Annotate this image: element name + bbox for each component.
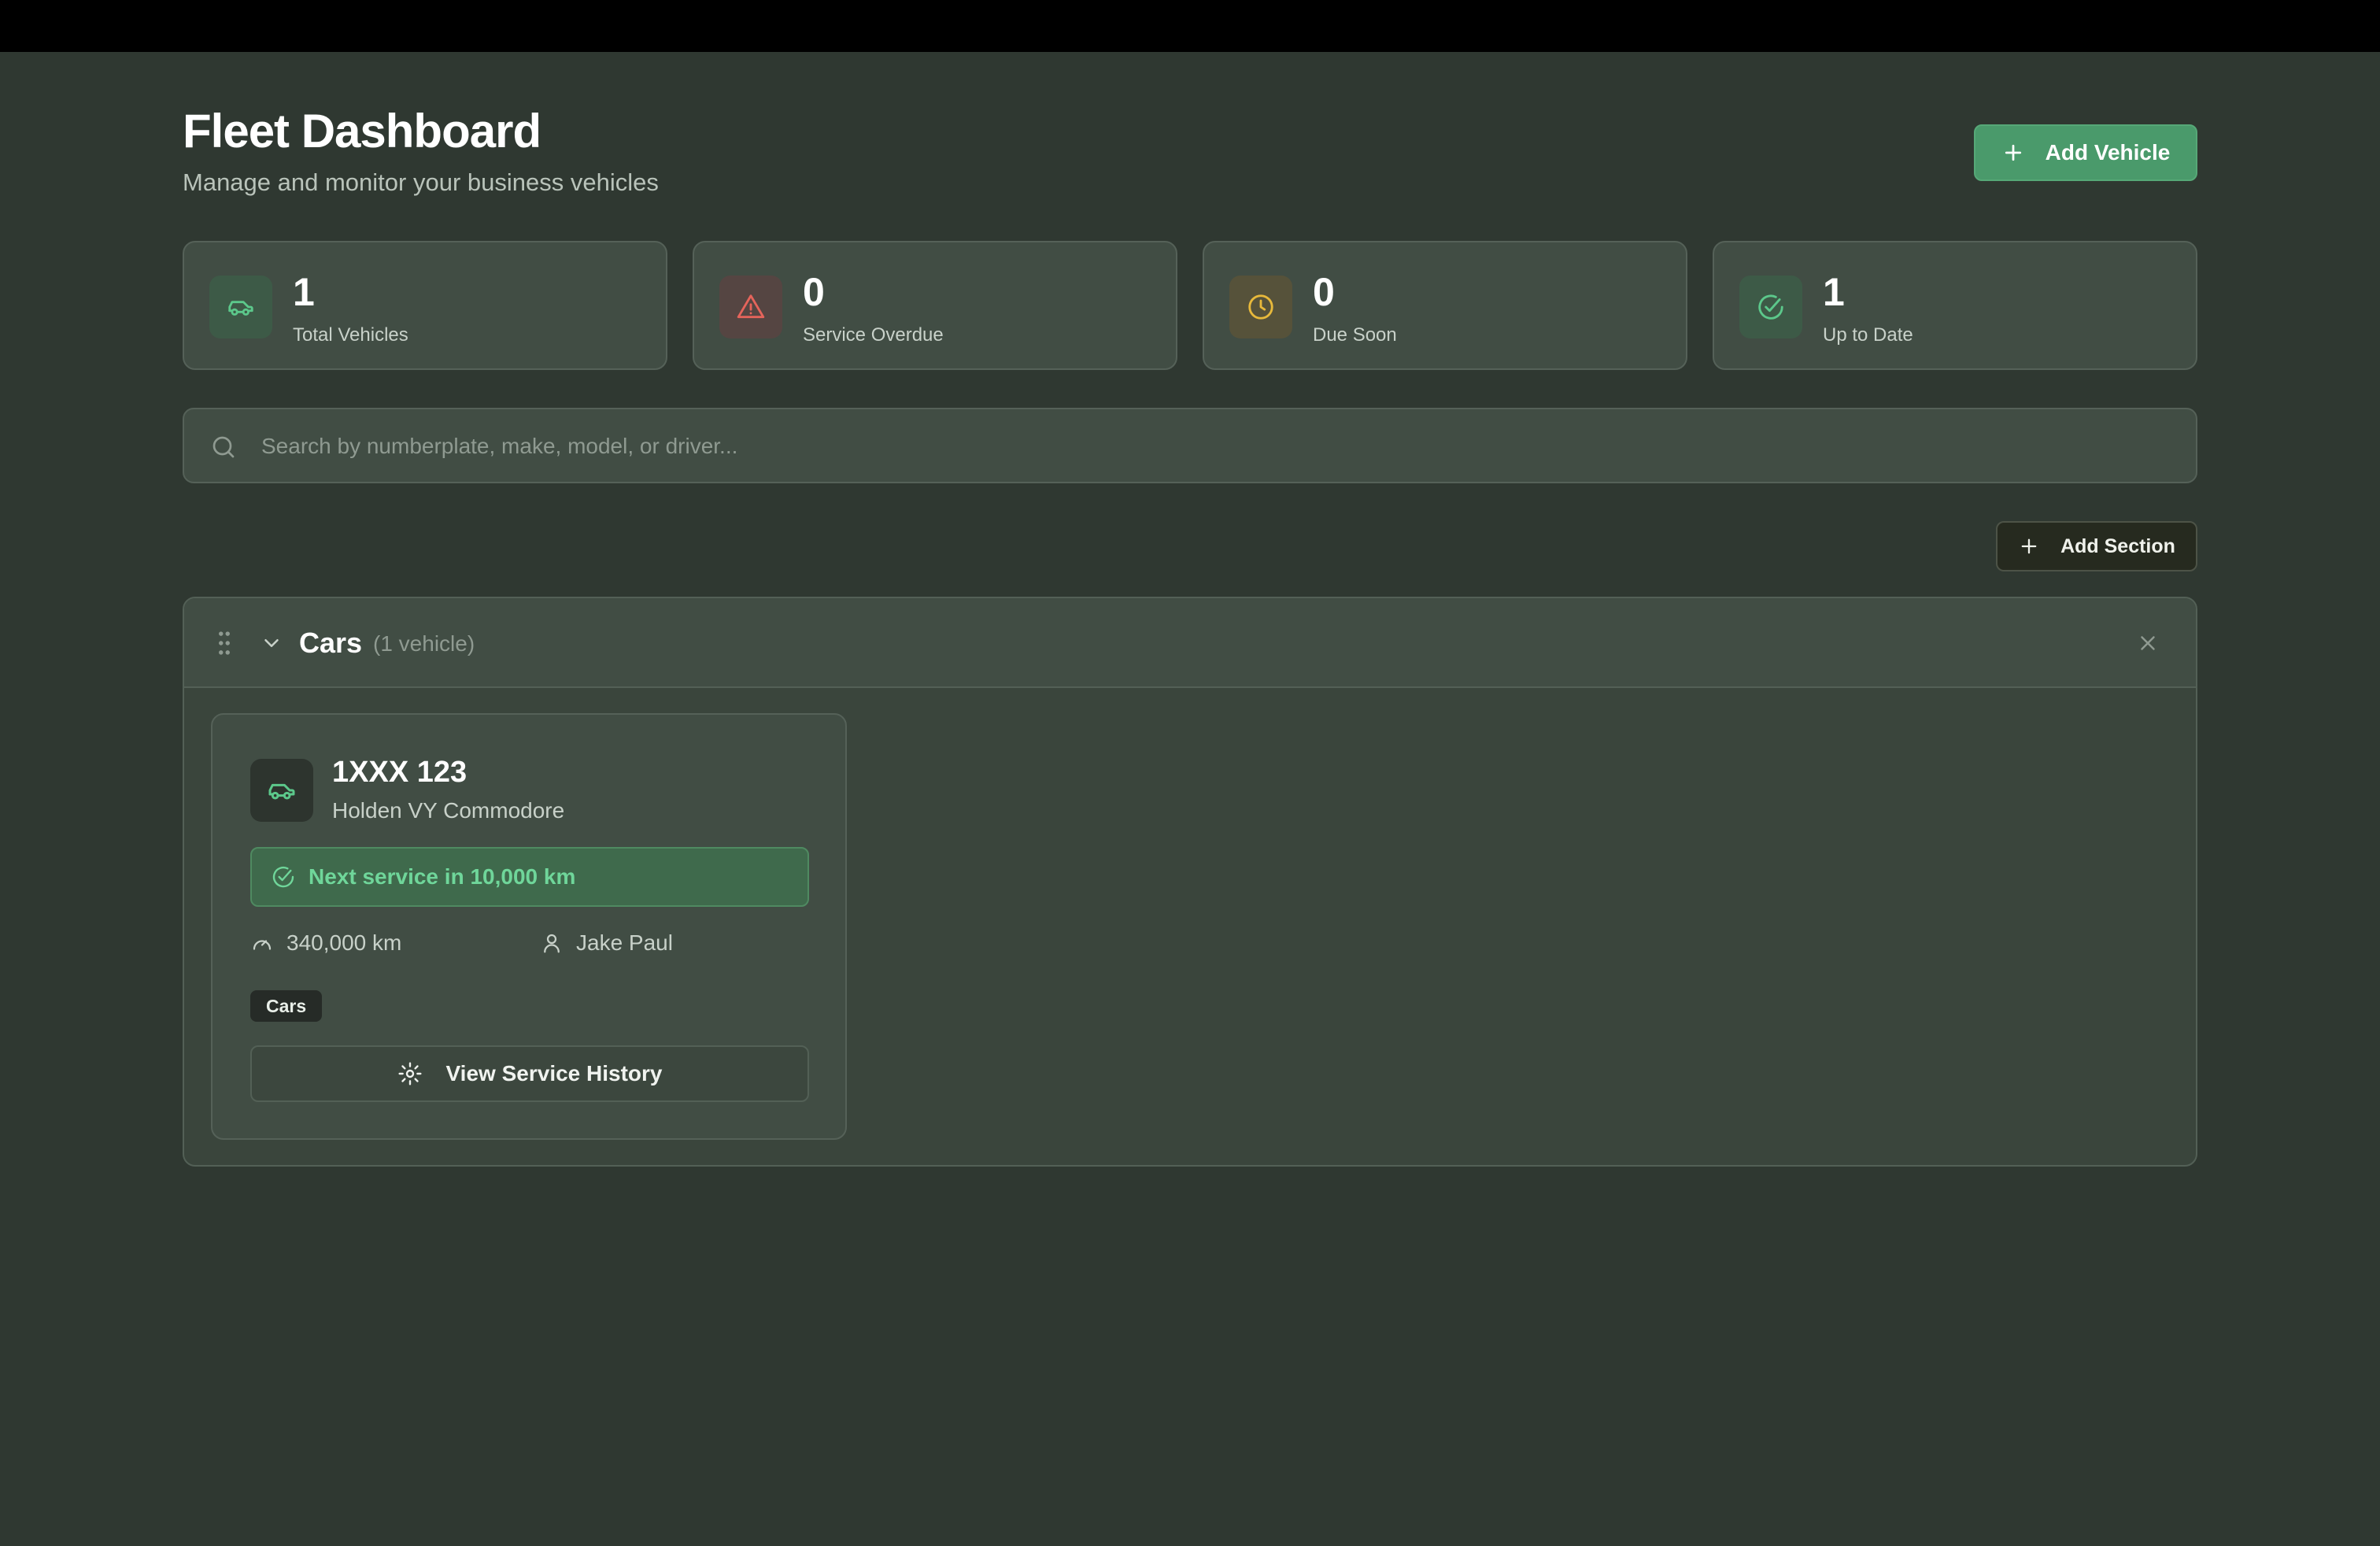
stat-label: Total Vehicles	[293, 324, 408, 346]
stat-value: 1	[293, 270, 315, 314]
stat-value: 0	[1313, 270, 1335, 314]
stats-row: 1 Total Vehicles 0 Service Overdue 0 Due…	[183, 241, 2197, 370]
driver: Jake Paul	[540, 930, 673, 956]
view-service-history-button[interactable]: View Service History	[250, 1045, 809, 1102]
vehicle-card[interactable]: 1XXX 123 Holden VY Commodore Next servic…	[211, 713, 847, 1140]
stat-icon-box	[1229, 276, 1292, 338]
plus-icon	[2021, 538, 2037, 554]
stat-card-up-to-date: 1 Up to Date	[1713, 241, 2197, 370]
vehicle-model: Holden VY Commodore	[332, 798, 565, 823]
page-title: Fleet Dashboard	[183, 105, 541, 157]
section-title: Cars	[299, 627, 363, 659]
clock-icon	[1248, 294, 1273, 320]
stat-icon-box	[209, 276, 272, 338]
search-input[interactable]	[260, 409, 2152, 483]
stat-value: 0	[803, 270, 825, 314]
vehicle-plate: 1XXX 123	[332, 756, 468, 789]
top-bar	[0, 0, 2380, 52]
add-section-button[interactable]: Add Section	[1996, 521, 2197, 571]
section-count: (1 vehicle)	[373, 631, 475, 656]
check-circle-icon	[1758, 294, 1783, 320]
user-icon	[544, 934, 560, 953]
chevron-down-icon[interactable]	[260, 631, 283, 655]
dashboard-page: Fleet Dashboard Manage and monitor your …	[183, 52, 2197, 1167]
car-icon	[268, 783, 295, 800]
stat-card-total-vehicles: 1 Total Vehicles	[183, 241, 667, 370]
stat-card-due-soon: 0 Due Soon	[1203, 241, 1687, 370]
add-vehicle-button[interactable]: Add Vehicle	[1974, 124, 2197, 181]
search-bar	[183, 408, 2197, 483]
service-status-badge: Next service in 10,000 km	[250, 847, 809, 907]
drag-handle-icon[interactable]	[217, 630, 231, 656]
view-service-history-label: View Service History	[445, 1061, 663, 1086]
stat-label: Service Overdue	[803, 324, 944, 346]
page-subtitle: Manage and monitor your business vehicle…	[183, 168, 659, 196]
stat-card-service-overdue: 0 Service Overdue	[693, 241, 1177, 370]
search-icon	[213, 436, 235, 458]
stat-value: 1	[1823, 270, 1845, 314]
stat-icon-box	[1739, 276, 1802, 338]
warning-triangle-icon	[737, 294, 765, 319]
add-section-label: Add Section	[2060, 534, 2175, 557]
gear-icon	[397, 1062, 422, 1086]
stat-icon-box	[719, 276, 782, 338]
car-icon	[228, 301, 253, 316]
vehicle-section: Cars (1 vehicle) 1XXX 123 Holden VY Comm…	[183, 597, 2197, 1167]
stat-label: Up to Date	[1823, 324, 1913, 346]
check-circle-icon	[272, 866, 294, 888]
driver-name: Jake Paul	[576, 930, 673, 955]
stat-label: Due Soon	[1313, 324, 1397, 346]
odometer: 340,000 km	[250, 930, 401, 956]
category-tag: Cars	[250, 990, 323, 1022]
close-icon[interactable]	[2136, 631, 2160, 655]
add-vehicle-label: Add Vehicle	[2045, 140, 2171, 165]
gauge-icon	[253, 940, 272, 950]
vehicle-icon-box	[250, 759, 313, 822]
page-header: Fleet Dashboard Manage and monitor your …	[183, 52, 2197, 241]
odometer-value: 340,000 km	[286, 930, 402, 955]
section-header: Cars (1 vehicle)	[184, 598, 2196, 688]
service-status-text: Next service in 10,000 km	[309, 864, 576, 889]
plus-icon	[2005, 144, 2021, 161]
